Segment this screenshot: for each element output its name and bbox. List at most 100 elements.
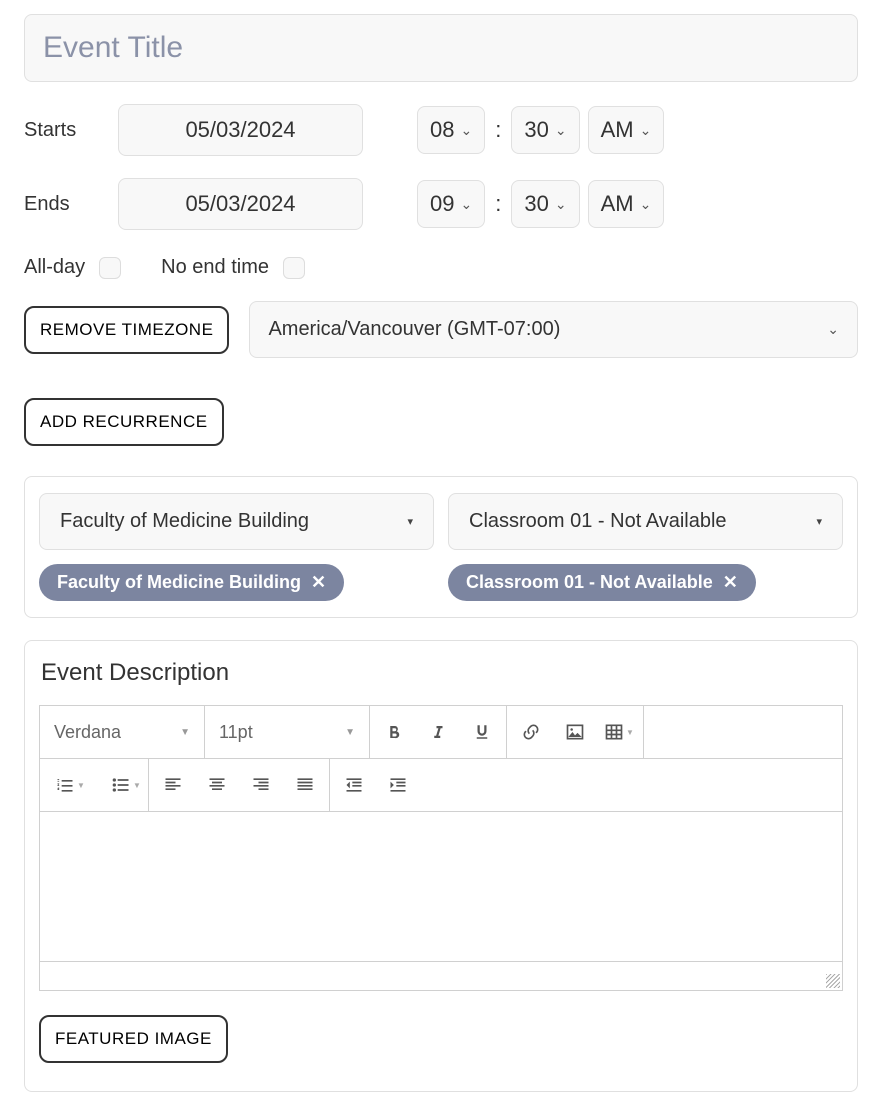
- align-center-icon: [207, 775, 227, 795]
- starts-time-group: 08 ⌄ : 30 ⌄ AM ⌄: [417, 106, 664, 154]
- underline-button[interactable]: [460, 712, 504, 752]
- italic-icon: [429, 723, 447, 741]
- ends-ampm-select[interactable]: AM ⌄: [588, 180, 665, 228]
- underline-icon: [473, 723, 491, 741]
- font-family-value: Verdana: [54, 722, 121, 743]
- table-icon: [604, 722, 624, 742]
- align-group: [149, 759, 330, 811]
- chevron-down-icon: ⌄: [460, 122, 472, 139]
- unordered-list-button[interactable]: ▼: [106, 765, 146, 805]
- caret-down-icon: ▼: [345, 727, 355, 738]
- size-group: 11pt ▼: [205, 706, 370, 758]
- starts-label: Starts: [24, 119, 94, 142]
- building-chip-label: Faculty of Medicine Building: [57, 572, 301, 593]
- bold-icon: [385, 723, 403, 741]
- time-colon: :: [493, 191, 503, 217]
- noend-item: No end time: [161, 256, 305, 279]
- indent-button[interactable]: [376, 765, 420, 805]
- ordered-list-icon: [55, 775, 75, 795]
- link-button[interactable]: [509, 712, 553, 752]
- description-heading: Event Description: [41, 659, 843, 687]
- unordered-list-icon: [111, 775, 131, 795]
- ends-minute-select[interactable]: 30 ⌄: [511, 180, 579, 228]
- noend-checkbox[interactable]: [283, 257, 305, 279]
- add-recurrence-button[interactable]: ADD RECURRENCE: [24, 398, 224, 446]
- align-justify-button[interactable]: [283, 765, 327, 805]
- starts-date-input[interactable]: [118, 104, 363, 156]
- align-right-button[interactable]: [239, 765, 283, 805]
- chevron-down-icon: ⌄: [460, 196, 472, 213]
- caret-down-icon: ▼: [180, 727, 190, 738]
- chevron-down-icon: ⌄: [640, 122, 652, 139]
- font-family-select[interactable]: Verdana ▼: [42, 714, 202, 751]
- format-group: [370, 706, 507, 758]
- starts-minute-select[interactable]: 30 ⌄: [511, 106, 579, 154]
- font-size-value: 11pt: [219, 722, 253, 743]
- align-left-icon: [163, 775, 183, 795]
- ends-hour-select[interactable]: 09 ⌄: [417, 180, 485, 228]
- close-icon: ✕: [311, 572, 326, 593]
- chevron-down-icon: ⌄: [640, 196, 652, 213]
- align-justify-icon: [295, 775, 315, 795]
- editor-content-area[interactable]: [40, 812, 842, 962]
- room-select-value: Classroom 01 - Not Available: [469, 510, 727, 533]
- featured-row: FEATURED IMAGE: [39, 1015, 843, 1063]
- align-left-button[interactable]: [151, 765, 195, 805]
- indent-icon: [388, 775, 408, 795]
- resize-handle[interactable]: [826, 974, 840, 988]
- caret-down-icon: ▼: [133, 781, 141, 790]
- align-right-icon: [251, 775, 271, 795]
- italic-button[interactable]: [416, 712, 460, 752]
- outdent-button[interactable]: [332, 765, 376, 805]
- outdent-icon: [344, 775, 364, 795]
- editor-footer: [40, 962, 842, 990]
- align-center-button[interactable]: [195, 765, 239, 805]
- chevron-down-icon: ⌄: [555, 122, 567, 139]
- rich-text-editor: Verdana ▼ 11pt ▼: [39, 705, 843, 991]
- room-select[interactable]: Classroom 01 - Not Available ▾: [448, 493, 843, 550]
- table-button[interactable]: ▼: [597, 712, 641, 752]
- bold-button[interactable]: [372, 712, 416, 752]
- ends-hour-value: 09: [430, 191, 454, 217]
- description-panel: Event Description Verdana ▼ 11pt ▼: [24, 640, 858, 1092]
- building-chip[interactable]: Faculty of Medicine Building ✕: [39, 564, 344, 601]
- toolbar-row-1: Verdana ▼ 11pt ▼: [40, 706, 842, 759]
- indent-group: [330, 759, 422, 811]
- chevron-down-icon: ⌄: [827, 321, 839, 338]
- image-button[interactable]: [553, 712, 597, 752]
- featured-image-button[interactable]: FEATURED IMAGE: [39, 1015, 228, 1063]
- starts-row: Starts 08 ⌄ : 30 ⌄ AM ⌄: [24, 104, 858, 156]
- noend-label: No end time: [161, 256, 269, 279]
- list-group: ▼ ▼: [40, 759, 149, 811]
- event-title-input[interactable]: [24, 14, 858, 82]
- starts-ampm-value: AM: [601, 117, 634, 143]
- timezone-value: America/Vancouver (GMT-07:00): [268, 318, 560, 341]
- caret-down-icon: ▼: [626, 728, 634, 737]
- image-icon: [565, 722, 585, 742]
- ends-date-input[interactable]: [118, 178, 363, 230]
- chevron-down-icon: ⌄: [555, 196, 567, 213]
- starts-hour-select[interactable]: 08 ⌄: [417, 106, 485, 154]
- ends-minute-value: 30: [524, 191, 548, 217]
- ordered-list-button[interactable]: ▼: [50, 765, 90, 805]
- time-colon: :: [493, 117, 503, 143]
- room-chip[interactable]: Classroom 01 - Not Available ✕: [448, 564, 756, 601]
- ends-time-group: 09 ⌄ : 30 ⌄ AM ⌄: [417, 180, 664, 228]
- remove-timezone-button[interactable]: REMOVE TIMEZONE: [24, 306, 229, 354]
- link-icon: [521, 722, 541, 742]
- timezone-row: REMOVE TIMEZONE America/Vancouver (GMT-0…: [24, 301, 858, 358]
- ends-row: Ends 09 ⌄ : 30 ⌄ AM ⌄: [24, 178, 858, 230]
- building-select-value: Faculty of Medicine Building: [60, 510, 309, 533]
- allday-item: All-day: [24, 256, 121, 279]
- building-select[interactable]: Faculty of Medicine Building ▾: [39, 493, 434, 550]
- starts-minute-value: 30: [524, 117, 548, 143]
- caret-down-icon: ▼: [77, 781, 85, 790]
- caret-down-icon: ▾: [816, 515, 822, 528]
- recurrence-row: ADD RECURRENCE: [24, 398, 858, 446]
- timezone-select[interactable]: America/Vancouver (GMT-07:00) ⌄: [249, 301, 858, 358]
- starts-ampm-select[interactable]: AM ⌄: [588, 106, 665, 154]
- ends-ampm-value: AM: [601, 191, 634, 217]
- font-size-select[interactable]: 11pt ▼: [207, 714, 367, 751]
- caret-down-icon: ▾: [407, 515, 413, 528]
- allday-checkbox[interactable]: [99, 257, 121, 279]
